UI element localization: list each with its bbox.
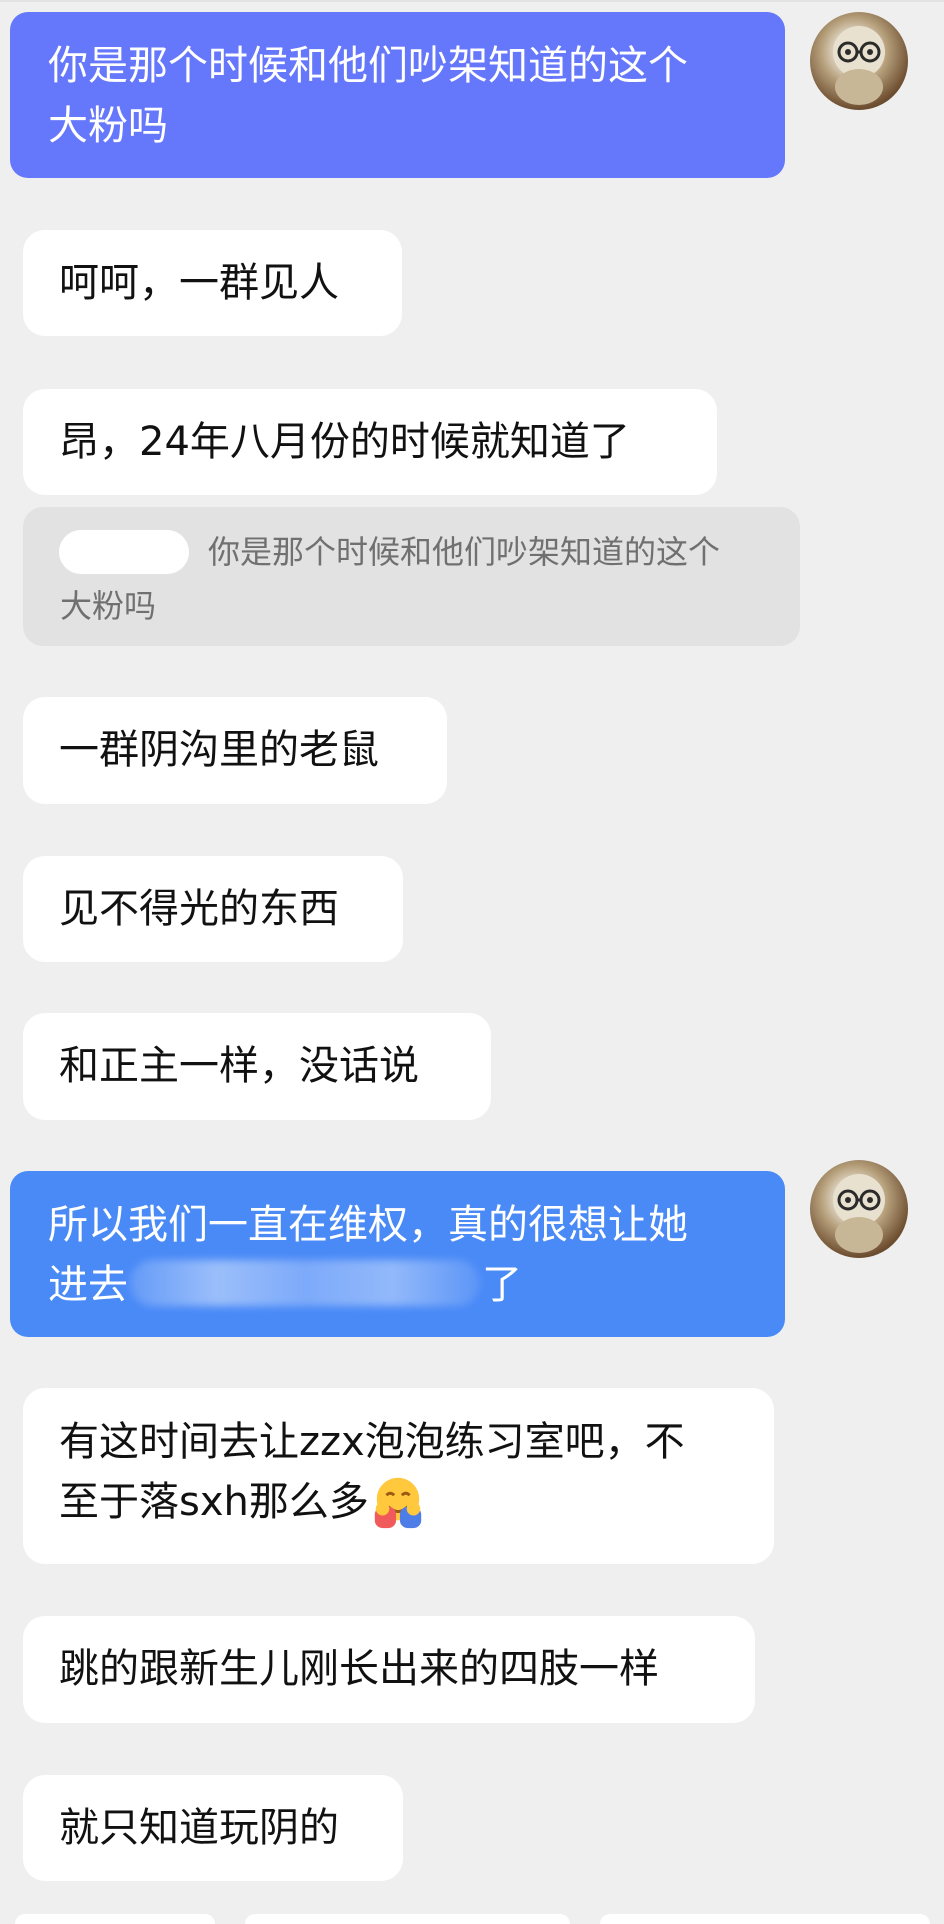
- incoming-message-bubble[interactable]: 一群阴沟里的老鼠: [23, 697, 447, 804]
- partial-bubble: [600, 1914, 930, 1924]
- outgoing-message-bubble[interactable]: 你是那个时候和他们吵架知道的这个 大粉吗: [10, 12, 785, 178]
- incoming-message-bubble[interactable]: 和正主一样，没话说: [23, 1013, 491, 1120]
- avatar-image: [833, 26, 885, 105]
- avatar-icon[interactable]: [810, 1160, 908, 1258]
- quoted-sender-blurred: [59, 530, 189, 574]
- message-text: 一群阴沟里的老鼠: [59, 727, 379, 773]
- message-text-line: 有这时间去让zzx泡泡练习室吧，不: [59, 1419, 685, 1465]
- avatar-image: [833, 1174, 885, 1253]
- message-text-line: 大粉吗: [48, 103, 168, 149]
- partial-bubble: [245, 1914, 570, 1924]
- avatar-icon[interactable]: [810, 12, 908, 110]
- incoming-message-bubble[interactable]: 昂，24年八月份的时候就知道了: [23, 389, 717, 495]
- quoted-message[interactable]: 你是那个时候和他们吵架知道的这个 大粉吗: [23, 507, 800, 646]
- blurred-redaction: [130, 1260, 480, 1306]
- message-text-fragment: 了: [482, 1262, 522, 1308]
- message-text-line: 你是那个时候和他们吵架知道的这个: [48, 43, 688, 89]
- message-text-line: 至于落sxh那么多: [59, 1479, 369, 1525]
- chat-screen: 你是那个时候和他们吵架知道的这个 大粉吗 呵呵，一群见人 昂，24年八月份的时候…: [0, 0, 944, 1924]
- message-text: 跳的跟新生儿刚长出来的四肢一样: [59, 1646, 659, 1692]
- message-text: 就只知道玩阴的: [59, 1805, 339, 1851]
- message-text: 呵呵，一群见人: [59, 260, 339, 306]
- hugging-face-icon: [374, 1477, 422, 1529]
- partial-bubble: [15, 1914, 215, 1924]
- message-text-line: 所以我们一直在维权，真的很想让她: [48, 1202, 688, 1248]
- incoming-message-bubble[interactable]: 有这时间去让zzx泡泡练习室吧，不 至于落sxh那么多: [23, 1388, 774, 1564]
- incoming-message-bubble[interactable]: 跳的跟新生儿刚长出来的四肢一样: [23, 1616, 755, 1723]
- message-text: 和正主一样，没话说: [59, 1043, 419, 1089]
- incoming-message-bubble[interactable]: 呵呵，一群见人: [23, 230, 402, 336]
- incoming-message-bubble[interactable]: 就只知道玩阴的: [23, 1775, 403, 1881]
- quoted-text-line: 你是那个时候和他们吵架知道的这个: [208, 533, 721, 571]
- message-text: 见不得光的东西: [59, 886, 339, 932]
- outgoing-message-bubble[interactable]: 所以我们一直在维权，真的很想让她 进去 了: [10, 1171, 785, 1337]
- status-divider: [0, 0, 944, 2]
- quoted-text-line: 大粉吗: [60, 587, 157, 625]
- message-text-fragment: 进去: [48, 1262, 128, 1308]
- message-text: 昂，24年八月份的时候就知道了: [59, 419, 630, 465]
- incoming-message-bubble[interactable]: 见不得光的东西: [23, 856, 403, 962]
